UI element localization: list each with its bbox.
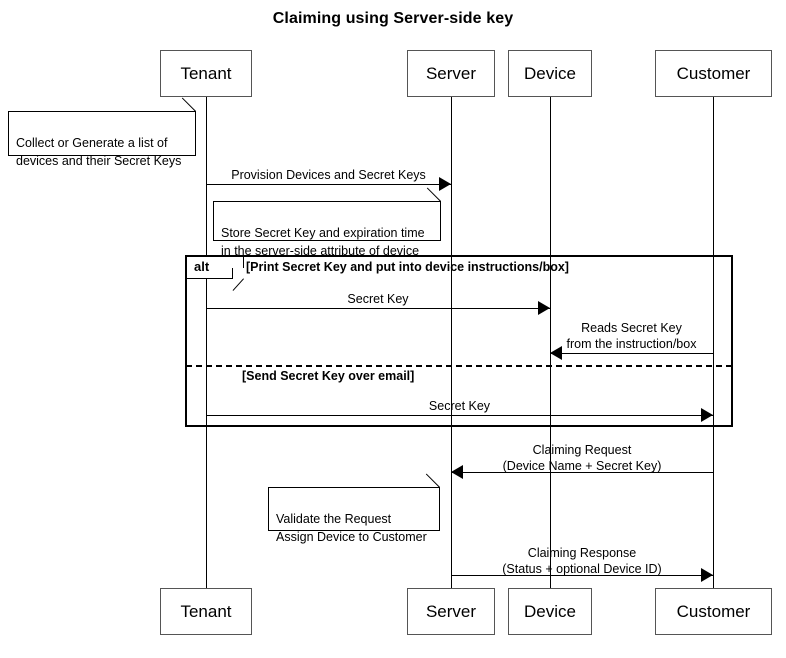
msg-secret-key-customer-line	[206, 415, 713, 416]
note-store-text: Store Secret Key and expiration time in …	[221, 226, 425, 258]
lifeline-head-tenant-label: Tenant	[180, 63, 232, 83]
lifeline-foot-server[interactable]: Server	[407, 588, 495, 635]
note-collect-text: Collect or Generate a list of devices an…	[16, 136, 182, 168]
lifeline-foot-device[interactable]: Device	[508, 588, 592, 635]
lifeline-foot-customer-label: Customer	[676, 601, 751, 621]
lifeline-head-device-label: Device	[524, 63, 576, 83]
lifeline-head-customer[interactable]: Customer	[655, 50, 772, 97]
msg-secret-key-device-arrowhead-icon	[538, 301, 550, 315]
alt-guard-1: [Print Secret Key and put into device in…	[246, 260, 569, 274]
note-store: Store Secret Key and expiration time in …	[213, 187, 441, 258]
lifeline-foot-customer[interactable]: Customer	[655, 588, 772, 635]
msg-secret-key-customer-label: Secret Key	[428, 399, 491, 413]
alt-guard-2: [Send Secret Key over email]	[242, 369, 415, 383]
alt-tag-corner	[232, 268, 244, 279]
msg-provision-line	[206, 184, 451, 185]
msg-reads-secret-key-line	[550, 353, 713, 354]
note-dogear-icon	[425, 473, 440, 488]
lifeline-head-customer-label: Customer	[676, 63, 751, 83]
msg-provision-label: Provision Devices and Secret Keys	[231, 168, 426, 182]
lifeline-head-server-label: Server	[425, 63, 477, 83]
msg-secret-key-device-label: Secret Key	[347, 292, 409, 306]
lifeline-head-tenant[interactable]: Tenant	[160, 50, 252, 97]
note-collect: Collect or Generate a list of devices an…	[8, 97, 196, 168]
msg-reads-secret-key-arrowhead-icon	[550, 346, 562, 360]
page-title: Claiming using Server-side key	[272, 10, 514, 27]
lifeline-foot-tenant[interactable]: Tenant	[160, 588, 252, 635]
alt-fragment-divider	[186, 365, 732, 367]
msg-claiming-request-label: Claiming Request (Device Name + Secret K…	[502, 443, 662, 473]
msg-claiming-response-arrowhead-icon	[701, 568, 713, 582]
lifeline-foot-server-label: Server	[425, 601, 477, 621]
msg-claiming-request-arrowhead-icon	[451, 465, 463, 479]
note-dogear-icon	[181, 97, 196, 112]
lifeline-head-device[interactable]: Device	[508, 50, 592, 97]
sequence-diagram: Claiming using Server-side key alt [Prin…	[0, 0, 786, 658]
msg-provision-arrowhead-icon	[439, 177, 451, 191]
note-validate-text: Validate the Request Assign Device to Cu…	[276, 512, 427, 544]
msg-secret-key-customer-arrowhead-icon	[701, 408, 713, 422]
msg-claiming-request-line	[451, 472, 713, 473]
msg-reads-secret-key-label: Reads Secret Key from the instruction/bo…	[566, 321, 697, 351]
msg-secret-key-device-line	[206, 308, 550, 309]
lifeline-foot-device-label: Device	[524, 601, 576, 621]
lifeline-foot-tenant-label: Tenant	[180, 601, 232, 621]
lifeline-head-server[interactable]: Server	[407, 50, 495, 97]
alt-operator-label: alt	[194, 259, 210, 274]
msg-claiming-response-line	[451, 575, 713, 576]
note-validate: Validate the Request Assign Device to Cu…	[268, 473, 440, 544]
msg-claiming-response-label: Claiming Response (Status + optional Dev…	[502, 546, 662, 576]
